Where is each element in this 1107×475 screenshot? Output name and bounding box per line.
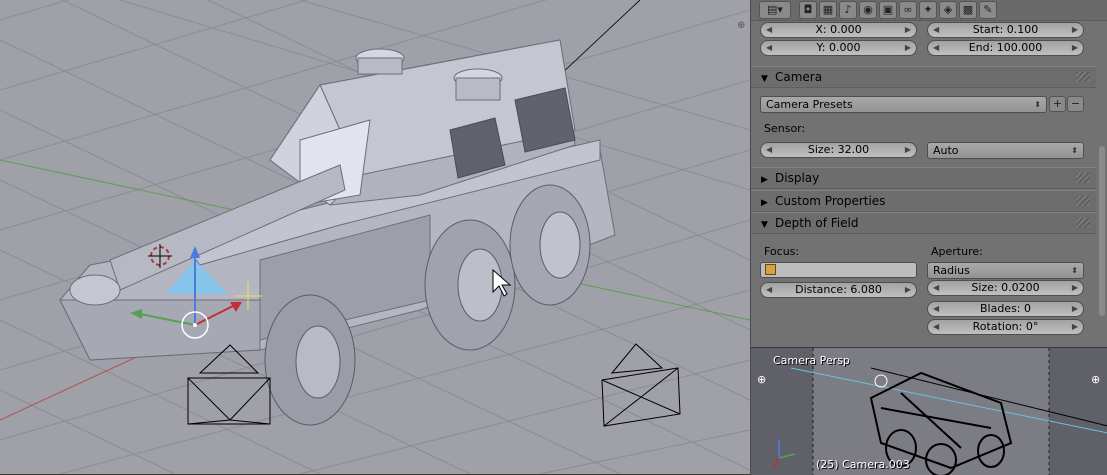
aperture-size-field[interactable]: ◀ Size: 0.0200 ▶ [927,280,1084,296]
aperture-blades-field[interactable]: ◀ Blades: 0 ▶ [927,301,1084,317]
camera-panel-header[interactable]: ▼ Camera [751,66,1096,88]
material-icon[interactable]: ▩ [959,1,977,19]
clip-start-value: Start: 0.100 [972,23,1039,36]
camera-object-right[interactable] [601,343,681,427]
focus-distance-value: Distance: 6.080 [795,283,882,296]
remove-preset-button[interactable]: − [1067,96,1084,112]
updown-arrow-icon: ⬍ [1071,266,1078,275]
focus-distance-field[interactable]: ◀ Distance: 6.080 ▶ [760,282,917,298]
aperture-size-value: Size: 0.0200 [971,281,1040,294]
clip-end-value: End: 100.000 [968,41,1043,54]
viewport-expand-icon[interactable]: ⊕ [737,20,745,31]
vehicle-model[interactable] [59,39,616,426]
focus-label: Focus: [764,245,800,258]
modifiers-icon[interactable]: ✦ [919,1,937,19]
properties-scrollbar[interactable] [1099,146,1105,316]
expanded-triangle-icon: ▼ [761,220,768,230]
viewport-expand-icon[interactable]: ⊕ [1091,373,1100,386]
clip-end-field[interactable]: ◀ End: 100.000 ▶ [927,40,1084,56]
shift-y-field[interactable]: ◀ Y: 0.000 ▶ [760,40,917,56]
custom-properties-panel-header[interactable]: ▶ Custom Properties [751,190,1096,212]
camera-panel-title: Camera [775,70,823,84]
display-panel-title: Display [775,171,820,185]
camera-view-canvas[interactable]: ⊕ ⊕ [751,348,1107,475]
aperture-rotation-value: Rotation: 0° [972,320,1039,333]
panel-grip-icon[interactable] [1076,196,1090,206]
sensor-fit-menu[interactable]: Auto ⬍ [927,142,1084,159]
world-icon[interactable]: ◉ [859,1,877,19]
updown-arrow-icon: ⬍ [1071,146,1078,155]
data-camera-icon[interactable]: ◈ [939,1,957,19]
dof-panel-header[interactable]: ▼ Depth of Field [751,212,1096,234]
clip-start-field[interactable]: ◀ Start: 0.100 ▶ [927,22,1084,38]
display-panel-header[interactable]: ▶ Display [751,167,1096,189]
object-cube-icon [765,264,776,275]
camera-presets-menu[interactable]: Camera Presets ⬍ [760,96,1047,113]
camera-object-front[interactable] [187,344,271,425]
focus-object-field[interactable] [760,262,917,278]
viewport-canvas[interactable]: ⊕ [0,0,750,474]
aperture-blades-value: Blades: 0 [979,302,1032,315]
panel-grip-icon[interactable] [1076,72,1090,82]
manipulator-circle [874,374,888,388]
shift-y-value: Y: 0.000 [816,41,861,54]
properties-editor: ▤▾ ◘ ▦ ♪ ◉ ▣ ∞ ✦ ◈ ▩ ✎ ◀ X: 0.000 ▶ ◀ Start… [750,0,1107,347]
passepartout-right [1049,348,1107,475]
updown-arrow-icon: ⬍ [1034,100,1041,109]
expanded-triangle-icon: ▼ [761,74,768,84]
properties-toolbar: ▤▾ ◘ ▦ ♪ ◉ ▣ ∞ ✦ ◈ ▩ ✎ [751,0,1107,21]
camera-persp-label: Camera Persp [773,354,850,367]
sensor-size-value: Size: 32.00 [807,143,870,156]
panel-grip-icon[interactable] [1076,218,1090,228]
camera-presets-label: Camera Presets [766,98,853,111]
render-layers-icon[interactable]: ▦ [819,1,837,19]
render-icon[interactable]: ◘ [799,1,817,19]
aperture-type-menu[interactable]: Radius ⬍ [927,262,1084,279]
dof-panel-title: Depth of Field [775,216,859,230]
texture-icon[interactable]: ✎ [979,1,997,19]
scene-icon[interactable]: ♪ [839,1,857,19]
editor-type-icon[interactable]: ▤▾ [759,1,791,19]
camera-object-label: (25) Camera.003 [816,458,910,471]
add-preset-button[interactable]: + [1049,96,1066,112]
sensor-label: Sensor: [764,122,806,135]
aperture-label: Aperture: [931,245,983,258]
camera-view-viewport[interactable]: ⊕ ⊕ Camera Persp (25) Camera.003 [750,347,1107,475]
3d-viewport[interactable]: ⊕ [0,0,750,474]
sensor-size-field[interactable]: ◀ Size: 32.00 ▶ [760,142,917,158]
object-icon[interactable]: ▣ [879,1,897,19]
passepartout-left [751,348,813,475]
sensor-fit-value: Auto [933,144,959,157]
aperture-type-value: Radius [933,264,970,277]
custom-properties-panel-title: Custom Properties [775,194,886,208]
viewport-expand-icon[interactable]: ⊕ [757,373,766,386]
aperture-rotation-field[interactable]: ◀ Rotation: 0° ▶ [927,319,1084,335]
constraints-icon[interactable]: ∞ [899,1,917,19]
shift-x-field[interactable]: ◀ X: 0.000 ▶ [760,22,917,38]
collapsed-triangle-icon: ▶ [761,175,768,185]
collapsed-triangle-icon: ▶ [761,198,768,208]
panel-grip-icon[interactable] [1076,173,1090,183]
shift-x-value: X: 0.000 [815,23,862,36]
